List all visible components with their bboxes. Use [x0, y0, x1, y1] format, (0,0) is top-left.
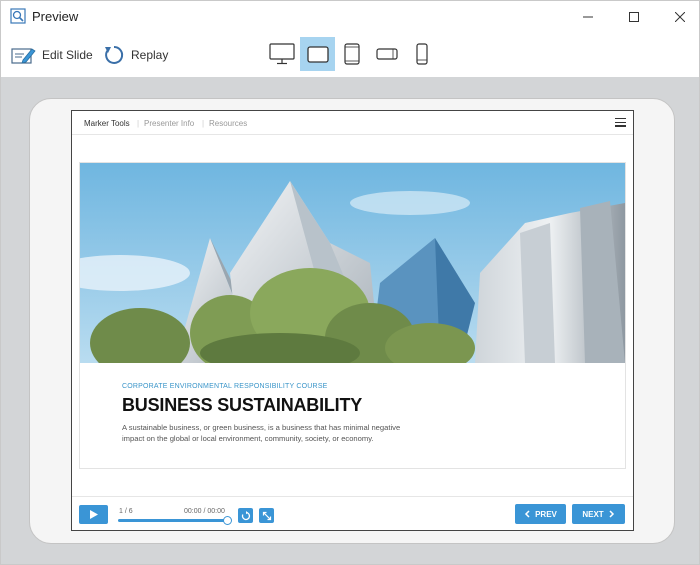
preview-stage: Marker Tools | Presenter Info | Resource… — [0, 77, 700, 565]
chevron-left-icon — [525, 510, 530, 518]
slide-eyebrow: CORPORATE ENVIRONMENTAL RESPONSIBILITY C… — [122, 383, 328, 390]
close-icon — [675, 11, 685, 22]
close-button[interactable] — [657, 1, 700, 32]
maximize-button[interactable] — [611, 1, 657, 32]
tablet-frame: Marker Tools | Presenter Info | Resource… — [29, 98, 675, 544]
replay-icon — [105, 45, 124, 64]
device-desktop-button[interactable] — [265, 37, 299, 71]
phone-portrait-icon — [416, 43, 428, 65]
progress-track[interactable] — [118, 519, 228, 522]
slide-hero-image — [80, 163, 625, 363]
menu-icon[interactable] — [615, 118, 626, 127]
minimize-button[interactable] — [565, 1, 611, 32]
device-screen: Marker Tools | Presenter Info | Resource… — [71, 110, 634, 531]
nav-separator: | — [202, 119, 205, 128]
device-tablet-portrait-button[interactable] — [335, 37, 369, 71]
slide-counter: 1 / 6 — [119, 508, 133, 515]
desktop-icon — [269, 43, 295, 65]
prev-button[interactable]: PREV — [515, 504, 566, 524]
building-photo — [80, 163, 625, 363]
fullscreen-button[interactable] — [259, 508, 274, 523]
maximize-icon — [629, 11, 639, 22]
slide-text: CORPORATE ENVIRONMENTAL RESPONSIBILITY C… — [122, 383, 422, 444]
tab-presenter-info[interactable]: Presenter Info — [144, 119, 194, 128]
next-label: NEXT — [582, 509, 604, 519]
expand-icon — [262, 511, 271, 520]
prev-label: PREV — [535, 509, 557, 519]
reload-button[interactable] — [238, 508, 253, 523]
progress-knob[interactable] — [223, 516, 232, 525]
slide-card: CORPORATE ENVIRONMENTAL RESPONSIBILITY C… — [79, 162, 626, 469]
minimize-icon — [583, 16, 593, 17]
course-nav: Marker Tools | Presenter Info | Resource… — [72, 111, 633, 135]
chevron-right-icon — [609, 510, 614, 518]
slide-description: A sustainable business, or green busines… — [122, 423, 401, 443]
play-icon — [89, 510, 98, 519]
replay-label: Replay — [131, 47, 169, 62]
phone-landscape-icon — [376, 48, 398, 60]
slide-title: BUSINESS SUSTAINABILITY — [122, 395, 363, 415]
tab-resources[interactable]: Resources — [209, 119, 247, 128]
device-tablet-landscape-button[interactable] — [300, 37, 335, 71]
tab-marker-tools[interactable]: Marker Tools — [84, 119, 130, 128]
replay-button[interactable]: Replay — [103, 32, 168, 77]
tablet-landscape-icon — [306, 45, 329, 63]
device-phone-portrait-button[interactable] — [405, 37, 439, 71]
edit-slide-button[interactable]: Edit Slide — [11, 32, 93, 77]
edit-slide-icon — [11, 47, 36, 64]
toolbar: Edit Slide Replay — [0, 32, 700, 77]
edit-slide-label: Edit Slide — [42, 47, 93, 62]
title-bar: Preview — [0, 0, 700, 32]
reload-icon — [241, 510, 250, 520]
tablet-portrait-icon — [344, 43, 360, 65]
next-button[interactable]: NEXT — [572, 504, 625, 524]
time-readout: 00:00 / 00:00 — [184, 508, 225, 515]
preview-icon — [10, 8, 26, 24]
device-phone-landscape-button[interactable] — [370, 37, 404, 71]
play-button[interactable] — [79, 505, 108, 524]
window-title: Preview — [32, 9, 79, 24]
player-bar: 1 / 6 00:00 / 00:00 PREV NEXT — [72, 496, 633, 530]
nav-separator: | — [137, 119, 140, 128]
